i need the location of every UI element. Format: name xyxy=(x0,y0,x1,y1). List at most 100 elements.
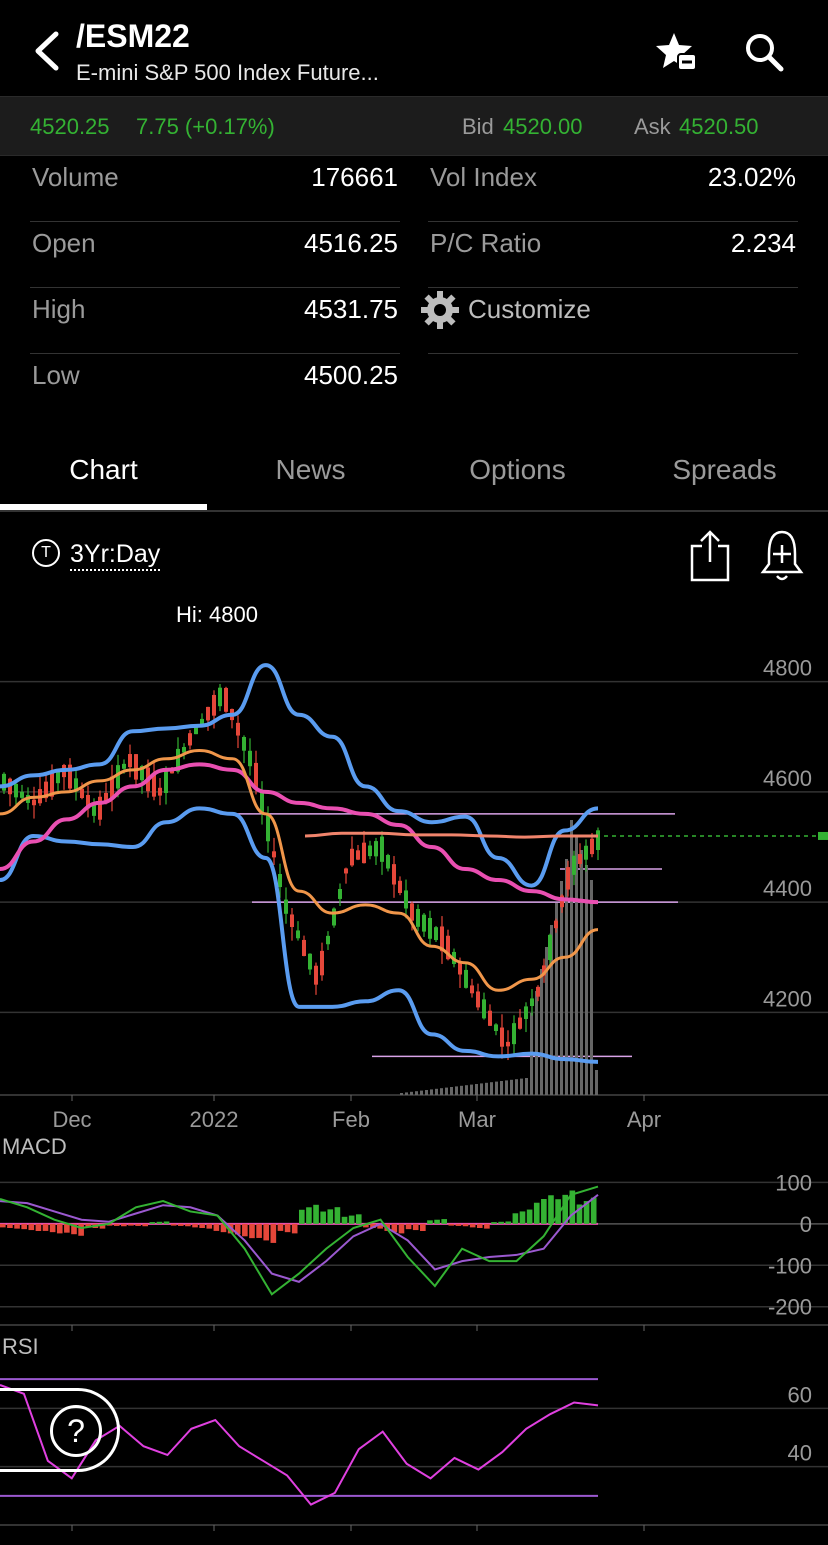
macd-histogram-bar xyxy=(505,1221,512,1224)
candle-body xyxy=(422,914,426,932)
volume-bar xyxy=(445,1087,448,1095)
symbol-title: /ESM22 xyxy=(76,18,190,54)
star-watchlist-icon[interactable] xyxy=(654,30,698,74)
price-chart[interactable]: 4800 4600 4400 4200 Dec 2022 Feb Mar Apr Hi: 4800… xyxy=(0,590,828,1540)
macd-histogram-bar xyxy=(135,1223,141,1226)
volume-bar xyxy=(440,1088,443,1095)
macd-tick-label: 100 xyxy=(775,1170,812,1195)
macd-histogram-bar xyxy=(56,1223,63,1234)
macd-histogram-bar xyxy=(341,1216,348,1224)
candle-body xyxy=(500,1027,504,1047)
volume-bar xyxy=(490,1082,493,1095)
volume-bar xyxy=(480,1083,483,1095)
macd-histogram-bar xyxy=(170,1223,177,1226)
candle-body xyxy=(152,774,156,797)
volume-bar xyxy=(515,1079,518,1095)
candle-body xyxy=(278,873,282,888)
tab-spreads[interactable]: Spreads xyxy=(621,454,828,486)
candle-body xyxy=(392,864,396,885)
candle-body xyxy=(578,854,582,864)
macd-histogram-bar xyxy=(14,1223,20,1229)
macd-line xyxy=(0,1185,599,1296)
candle-body xyxy=(518,1017,522,1029)
candle-body xyxy=(548,934,552,961)
tab-options[interactable]: Options xyxy=(414,454,621,486)
candle-body xyxy=(98,796,102,820)
volume-bar xyxy=(540,969,543,1095)
chevron-left-icon[interactable] xyxy=(28,26,68,76)
macd-histogram-bar xyxy=(462,1223,469,1227)
macd-histogram-bar xyxy=(206,1223,213,1229)
macd-histogram-bar xyxy=(177,1223,184,1226)
macd-histogram-bar xyxy=(548,1195,554,1224)
last-price-marker xyxy=(818,831,828,840)
y-tick-label: 4200 xyxy=(763,986,812,1011)
stat-vol-index: Vol Index 23.02% xyxy=(428,156,798,222)
candle-body xyxy=(338,889,342,899)
gear-icon xyxy=(421,291,459,329)
price-change: 7.75 (+0.17%) xyxy=(136,114,275,139)
candle-body xyxy=(320,950,324,976)
tab-news[interactable]: News xyxy=(207,454,414,486)
rsi-tick-label: 60 xyxy=(788,1382,812,1407)
macd-histogram-bar xyxy=(192,1223,198,1228)
candle-body xyxy=(242,737,246,751)
macd-histogram-bar xyxy=(113,1223,120,1226)
macd-histogram-bar xyxy=(313,1204,319,1224)
active-tab-indicator xyxy=(0,504,207,510)
bid-value: 4520.00 xyxy=(503,114,583,139)
candle-body xyxy=(410,903,414,921)
macd-histogram-bar xyxy=(590,1197,597,1224)
candle-body xyxy=(164,769,168,794)
macd-histogram-bar xyxy=(163,1221,170,1224)
macd-histogram-bar xyxy=(427,1220,433,1224)
stat-pc-ratio: P/C Ratio 2.234 xyxy=(428,222,798,288)
macd-histogram-bar xyxy=(398,1223,405,1234)
macd-histogram-bar xyxy=(49,1223,56,1233)
macd-histogram-bar xyxy=(35,1223,42,1232)
volume-bar xyxy=(520,1078,523,1095)
share-icon[interactable] xyxy=(688,528,732,584)
volume-bar xyxy=(410,1091,413,1095)
macd-histogram-bar xyxy=(277,1223,284,1231)
macd-histogram-bar xyxy=(270,1223,277,1243)
rsi-title: RSI xyxy=(2,1334,39,1359)
y-tick-label: 4600 xyxy=(763,766,812,791)
macd-histogram-bar xyxy=(533,1202,540,1224)
macd-histogram-bar xyxy=(7,1223,13,1228)
help-bubble[interactable]: ? xyxy=(0,1388,120,1472)
candle-body xyxy=(302,939,306,956)
search-icon[interactable] xyxy=(742,30,786,74)
volume-bar xyxy=(405,1092,408,1095)
macd-signal-line xyxy=(0,1194,599,1283)
candle-body xyxy=(266,815,270,842)
volume-bar xyxy=(430,1089,433,1095)
candle-body xyxy=(584,845,588,860)
candle-body xyxy=(404,890,408,909)
high-annotation: Hi: 4800 xyxy=(176,602,258,627)
x-tick-label: 2022 xyxy=(190,1107,239,1132)
macd-histogram-bar xyxy=(405,1223,412,1230)
tab-bar: Chart News Options Spreads xyxy=(0,440,828,512)
candle-body xyxy=(260,792,264,812)
macd-histogram-bar xyxy=(355,1214,362,1224)
candle-body xyxy=(314,965,318,985)
stat-volume: Volume 176661 xyxy=(30,156,400,222)
macd-tick-label: -100 xyxy=(768,1253,812,1278)
macd-histogram-bar xyxy=(64,1223,70,1233)
candle-body xyxy=(554,920,558,929)
candle-body xyxy=(248,750,252,767)
y-tick-label: 4400 xyxy=(763,876,812,901)
last-price: 4520.25 xyxy=(30,114,110,139)
tab-chart[interactable]: Chart xyxy=(0,454,207,486)
candle-body xyxy=(182,747,186,753)
bell-plus-icon[interactable] xyxy=(760,528,804,584)
volume-bar xyxy=(595,1070,598,1095)
candle-body xyxy=(134,754,138,780)
candle-body xyxy=(362,842,366,864)
candle-body xyxy=(374,841,378,857)
macd-histogram-bar xyxy=(476,1223,483,1228)
candle-body xyxy=(128,754,132,768)
candle-body xyxy=(236,722,240,736)
macd-histogram-bar xyxy=(541,1199,547,1224)
